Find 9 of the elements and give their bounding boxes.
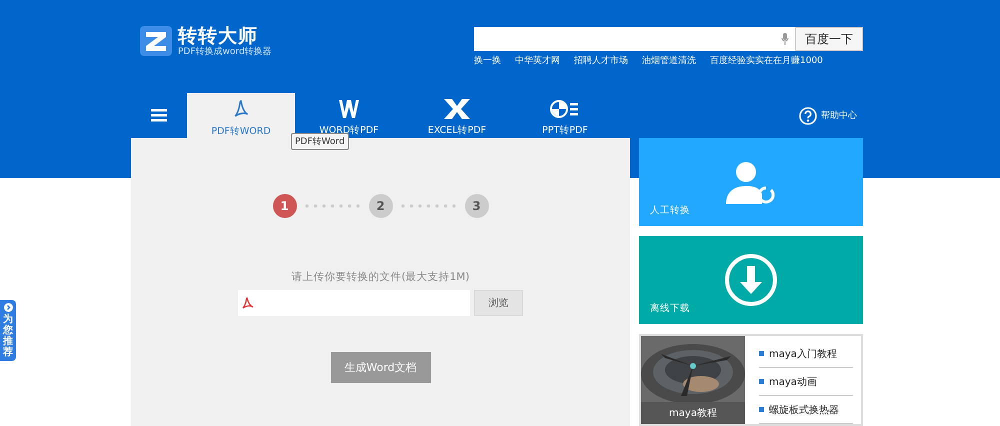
step-indicator: 3	[464, 194, 488, 218]
logo-title: 转转大师	[178, 24, 259, 46]
upload-prompt: 请上传你要转换的文件(最大支持1M)	[292, 270, 470, 284]
tile-label: 离线下载	[650, 302, 690, 315]
tile-label: 人工转换	[650, 204, 690, 217]
step-indicator: 1	[272, 194, 296, 218]
step-indicator: 2	[368, 194, 392, 218]
logo-subtitle: PDF转换成word转换器	[178, 46, 272, 58]
tooltip: PDF转Word	[291, 133, 349, 150]
